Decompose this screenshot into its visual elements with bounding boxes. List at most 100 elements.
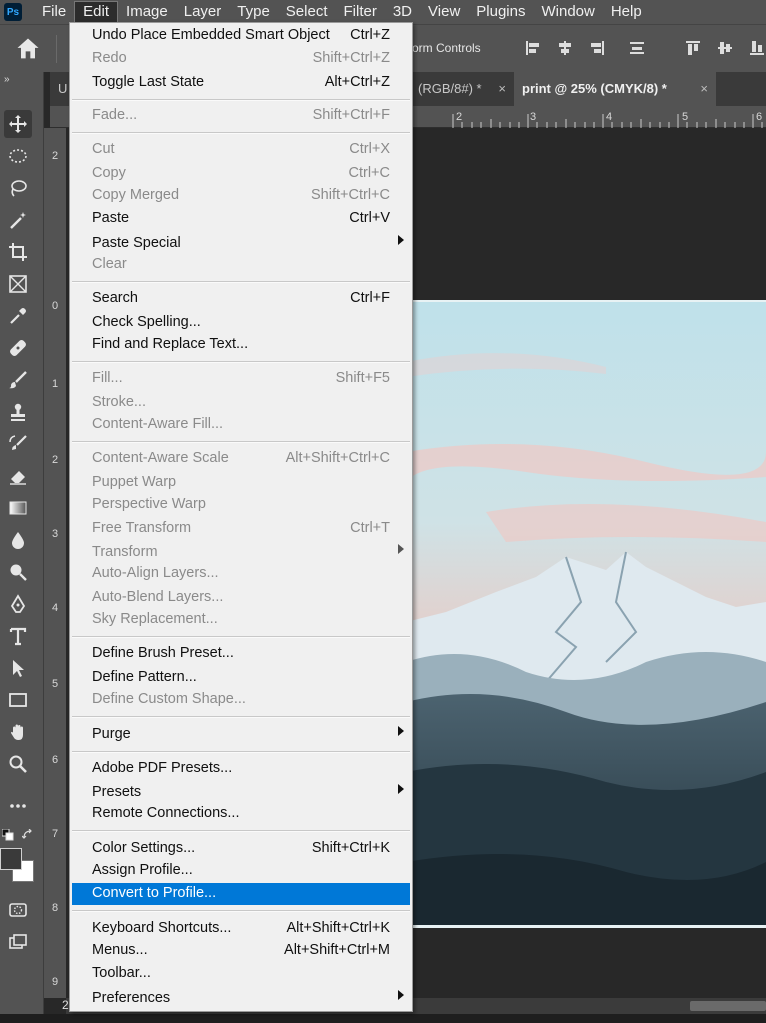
lasso-tool-icon[interactable] [4,174,32,202]
menu-plugins[interactable]: Plugins [468,1,533,23]
hand-tool-icon[interactable] [4,718,32,746]
healing-brush-tool-icon[interactable] [4,334,32,362]
path-selection-tool-icon[interactable] [4,654,32,682]
menu-item-define-custom-shape[interactable]: Define Custom Shape... [72,689,410,711]
menu-item-copy[interactable]: Copy Ctrl+C [72,163,410,185]
brush-tool-icon[interactable] [4,366,32,394]
home-icon[interactable] [14,35,42,63]
menu-item-check-spelling[interactable]: Check Spelling... [72,312,410,334]
menu-item-find-replace[interactable]: Find and Replace Text... [72,334,410,356]
scrollbar-thumb[interactable] [690,1001,766,1011]
menu-item-label: Purge [92,726,131,742]
menu-separator [72,636,410,638]
history-brush-tool-icon[interactable] [4,430,32,458]
menu-edit[interactable]: Edit [74,1,119,23]
submenu-arrow-icon [398,544,404,554]
menu-item-cut[interactable]: Cut Ctrl+X [72,139,410,161]
menu-item-redo[interactable]: Redo Shift+Ctrl+Z [72,48,410,70]
rectangle-tool-icon[interactable] [4,686,32,714]
menu-item-keyboard-shortcuts[interactable]: Keyboard Shortcuts... Alt+Shift+Ctrl+K [72,918,410,940]
menu-item-paste-special[interactable]: Paste Special [72,233,410,255]
menu-item-perspective-warp[interactable]: Perspective Warp [72,494,410,516]
menu-filter[interactable]: Filter [336,1,385,23]
menu-item-copy-merged[interactable]: Copy Merged Shift+Ctrl+C [72,185,410,207]
move-tool-icon[interactable] [4,110,32,138]
distribute-vertical-icon[interactable] [628,39,646,57]
eraser-tool-icon[interactable] [4,462,32,490]
menu-select[interactable]: Select [278,1,336,23]
screen-mode-icon[interactable] [4,928,32,956]
gradient-tool-icon[interactable] [4,494,32,522]
menu-item-fade[interactable]: Fade... Shift+Ctrl+F [72,105,410,127]
show-transform-controls-label[interactable]: orm Controls [412,41,481,55]
magic-wand-tool-icon[interactable] [4,206,32,234]
menu-item-free-transform[interactable]: Free Transform Ctrl+T [72,518,410,540]
menu-item-presets[interactable]: Presets [72,782,410,804]
align-horizontal-centers-icon[interactable] [556,39,574,57]
menu-item-search[interactable]: Search Ctrl+F [72,288,410,310]
menu-item-content-aware-fill[interactable]: Content-Aware Fill... [72,414,410,436]
align-right-edges-icon[interactable] [588,39,606,57]
pen-tool-icon[interactable] [4,590,32,618]
clone-stamp-tool-icon[interactable] [4,398,32,426]
menu-3d[interactable]: 3D [385,1,420,23]
menu-item-remote-connections[interactable]: Remote Connections... [72,803,410,825]
close-tab-icon[interactable]: × [700,72,708,106]
eyedropper-tool-icon[interactable] [4,302,32,330]
menu-help[interactable]: Help [603,1,650,23]
menu-item-define-pattern[interactable]: Define Pattern... [72,667,410,689]
align-bottom-edges-icon[interactable] [748,39,766,57]
menu-item-undo[interactable]: Undo Place Embedded Smart Object Ctrl+Z [72,25,410,47]
default-colors-icon[interactable] [1,828,14,841]
zoom-tool-icon[interactable] [4,750,32,778]
menu-item-content-aware-scale[interactable]: Content-Aware Scale Alt+Shift+Ctrl+C [72,448,410,470]
align-left-edges-icon[interactable] [524,39,542,57]
quick-mask-icon[interactable] [4,896,32,924]
menu-item-define-brush-preset[interactable]: Define Brush Preset... [72,643,410,665]
menu-item-clear[interactable]: Clear [72,254,410,276]
menu-item-toggle-last-state[interactable]: Toggle Last State Alt+Ctrl+Z [72,72,410,94]
menu-item-fill[interactable]: Fill... Shift+F5 [72,368,410,390]
menu-layer[interactable]: Layer [176,1,230,23]
swap-colors-icon[interactable] [21,828,34,840]
menu-item-auto-align-layers[interactable]: Auto-Align Layers... [72,563,410,585]
menu-item-color-settings[interactable]: Color Settings... Shift+Ctrl+K [72,838,410,860]
menu-item-convert-to-profile[interactable]: Convert to Profile... [72,883,410,905]
marquee-tool-icon[interactable] [4,142,32,170]
menu-view[interactable]: View [420,1,468,23]
menu-window[interactable]: Window [533,1,602,23]
menu-item-purge[interactable]: Purge [72,724,410,746]
foreground-color-swatch[interactable] [0,848,22,870]
more-tools-icon[interactable] [4,792,32,820]
tab-document-2[interactable]: (RGB/8#) * × [410,72,514,106]
document-canvas[interactable] [406,300,766,928]
menu-item-puppet-warp[interactable]: Puppet Warp [72,472,410,494]
zoom-level[interactable]: 2 [62,998,69,1012]
menu-item-menus[interactable]: Menus... Alt+Shift+Ctrl+M [72,940,410,962]
menu-item-toolbar[interactable]: Toolbar... [72,963,410,985]
menu-file[interactable]: File [34,1,74,23]
close-tab-icon[interactable]: × [498,72,506,106]
tab-document-active[interactable]: print @ 25% (CMYK/8) * × [514,72,716,106]
menu-item-stroke[interactable]: Stroke... [72,392,410,414]
menu-item-adobe-pdf-presets[interactable]: Adobe PDF Presets... [72,758,410,780]
blur-tool-icon[interactable] [4,526,32,554]
align-top-edges-icon[interactable] [684,39,702,57]
align-vertical-centers-icon[interactable] [716,39,734,57]
menu-item-shortcut: Alt+Shift+Ctrl+C [285,450,390,466]
menu-image[interactable]: Image [118,1,176,23]
menu-item-sky-replacement[interactable]: Sky Replacement... [72,609,410,631]
collapse-panel-icon[interactable]: » [4,74,10,85]
photoshop-logo-icon[interactable]: Ps [4,3,22,21]
menu-item-assign-profile[interactable]: Assign Profile... [72,860,410,882]
type-tool-icon[interactable] [4,622,32,650]
menu-item-preferences[interactable]: Preferences [72,988,410,1010]
frame-tool-icon[interactable] [4,270,32,298]
menu-type[interactable]: Type [229,1,278,23]
crop-tool-icon[interactable] [4,238,32,266]
menu-item-paste[interactable]: Paste Ctrl+V [72,208,410,230]
dodge-tool-icon[interactable] [4,558,32,586]
menu-item-auto-blend-layers[interactable]: Auto-Blend Layers... [72,587,410,609]
ruler-label: 3 [52,528,59,540]
menu-item-transform[interactable]: Transform [72,542,410,564]
